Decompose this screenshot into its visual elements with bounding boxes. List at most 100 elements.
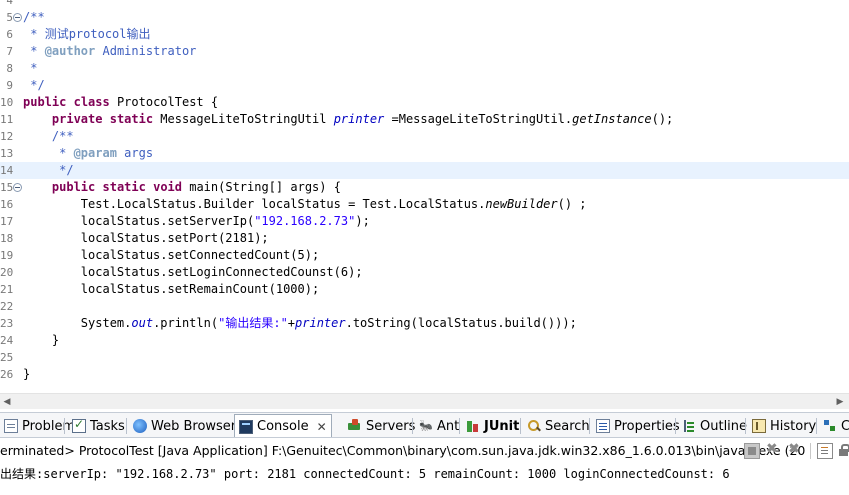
code-text: localStatus.setPort(2181); bbox=[23, 230, 269, 247]
horizontal-scrollbar[interactable]: ◀ ▶ bbox=[0, 393, 849, 409]
code-token: public bbox=[23, 95, 67, 109]
code-token: public bbox=[51, 180, 96, 194]
code-token: ProtocolTest { bbox=[109, 95, 219, 109]
terminate-icon[interactable] bbox=[744, 443, 760, 459]
code-line[interactable]: 26} bbox=[0, 366, 849, 383]
code-token: main(String[] args) { bbox=[182, 180, 341, 194]
scroll-left-arrow-icon[interactable]: ◀ bbox=[2, 397, 12, 407]
line-number: 5 bbox=[6, 11, 13, 24]
code-token: */ bbox=[23, 163, 74, 177]
line-number: 9 bbox=[6, 79, 13, 92]
code-line[interactable]: 24 } bbox=[0, 332, 849, 349]
console-output-text: 出结果:serverIp: "192.168.2.73" port: 2181 … bbox=[0, 467, 730, 481]
line-number: 14 bbox=[0, 164, 14, 177]
code-text: private static MessageLiteToStringUtil p… bbox=[23, 111, 673, 128]
tab-call-hierarchy[interactable]: Ca bbox=[819, 415, 849, 437]
code-token: + bbox=[287, 316, 296, 330]
tab-outline[interactable]: Outline bbox=[678, 415, 751, 437]
code-line[interactable]: 6 * 测试protocol输出 bbox=[0, 26, 849, 43]
code-line[interactable]: 22 bbox=[0, 298, 849, 315]
close-icon[interactable]: ✕ bbox=[317, 420, 327, 434]
line-number: 8 bbox=[6, 62, 13, 75]
code-token: MessageLiteToStringUtil bbox=[153, 112, 334, 126]
code-line[interactable]: 16 Test.LocalStatus.Builder localStatus … bbox=[0, 196, 849, 213]
line-number: 24 bbox=[0, 334, 14, 347]
code-token: () ; bbox=[557, 197, 587, 211]
code-line[interactable]: 23 System.out.println("输出结果:"+printer.to… bbox=[0, 315, 849, 332]
properties-icon bbox=[596, 419, 610, 433]
code-token: printer bbox=[295, 316, 346, 330]
tab-properties[interactable]: Properties bbox=[592, 415, 684, 437]
code-token: Test.LocalStatus.Builder localStatus = T… bbox=[23, 197, 486, 211]
outline-icon bbox=[682, 419, 696, 433]
scroll-lock-icon[interactable] bbox=[836, 443, 849, 459]
code-line[interactable]: 4 bbox=[0, 0, 849, 9]
line-number: 4 bbox=[6, 0, 13, 7]
code-text: } bbox=[23, 332, 59, 349]
line-number: 26 bbox=[0, 368, 14, 381]
line-number: 13 bbox=[0, 147, 14, 160]
code-token: "192.168.2.73" bbox=[254, 214, 356, 228]
code-token: void bbox=[153, 180, 182, 194]
tab-search[interactable]: Search bbox=[523, 415, 594, 437]
remove-all-terminated-icon[interactable] bbox=[787, 441, 803, 459]
code-line[interactable]: 13 * @param args bbox=[0, 145, 849, 162]
code-text: /** bbox=[23, 128, 74, 145]
code-token: printer bbox=[333, 112, 385, 126]
code-line[interactable]: 17 localStatus.setServerIp("192.168.2.73… bbox=[0, 213, 849, 230]
code-text: * @param args bbox=[23, 145, 153, 162]
code-line[interactable]: 20 localStatus.setLoginConnectedCounst(6… bbox=[0, 264, 849, 281]
code-line[interactable]: 10 public class ProtocolTest { bbox=[0, 94, 849, 111]
code-line[interactable]: 19 localStatus.setConnectedCount(5); bbox=[0, 247, 849, 264]
tab-divider bbox=[520, 418, 521, 434]
code-token: * bbox=[23, 146, 74, 160]
code-token: 输出结果 bbox=[225, 316, 274, 330]
code-token: class bbox=[73, 95, 110, 109]
code-line[interactable]: 11 private static MessageLiteToStringUti… bbox=[0, 111, 849, 128]
code-text: * 测试protocol输出 bbox=[23, 26, 150, 43]
junit-icon bbox=[466, 419, 480, 433]
call-hierarchy-icon bbox=[823, 419, 837, 433]
code-token: =MessageLiteToStringUtil. bbox=[384, 112, 573, 126]
tab-web-browser[interactable]: Web Browser bbox=[129, 415, 240, 437]
tab-history[interactable]: History bbox=[748, 415, 820, 437]
line-number: 17 bbox=[0, 215, 14, 228]
code-line[interactable]: 25 bbox=[0, 349, 849, 366]
tab-junit[interactable]: JUnit bbox=[462, 415, 523, 437]
code-line[interactable]: 9 */ bbox=[0, 77, 849, 94]
code-line[interactable]: 21 localStatus.setRemainCount(1000); bbox=[0, 281, 849, 298]
code-line[interactable]: 5 /** bbox=[0, 9, 849, 26]
code-line[interactable]: 15 public static void main(String[] args… bbox=[0, 179, 849, 196]
tab-console[interactable]: Console ✕ bbox=[234, 414, 332, 437]
servers-icon bbox=[348, 419, 362, 433]
code-editor[interactable]: 4 5 /** 6 * 测试protocol输出 7 * @author Adminis… bbox=[0, 0, 849, 393]
code-token: @author bbox=[44, 44, 96, 58]
remove-launch-icon[interactable] bbox=[765, 441, 781, 459]
fold-collapse-icon[interactable] bbox=[13, 183, 22, 192]
tab-divider bbox=[589, 418, 590, 434]
code-line[interactable]: 8 * bbox=[0, 60, 849, 77]
code-line[interactable]: 12 /** bbox=[0, 128, 849, 145]
line-number: 18 bbox=[0, 232, 14, 245]
code-token: /** bbox=[23, 10, 45, 24]
console-output[interactable]: 出结果:serverIp: "192.168.2.73" port: 2181 … bbox=[0, 463, 849, 495]
tab-ant[interactable]: Ant bbox=[415, 415, 463, 437]
code-line[interactable]: 14 */ bbox=[0, 162, 849, 179]
code-line[interactable]: 18 localStatus.setPort(2181); bbox=[0, 230, 849, 247]
tab-tasks[interactable]: Tasks bbox=[68, 415, 129, 437]
clear-console-icon[interactable] bbox=[817, 443, 833, 459]
code-token: .toString(localStatus.build())); bbox=[345, 316, 577, 330]
fold-collapse-icon[interactable] bbox=[13, 13, 22, 22]
tab-divider bbox=[816, 418, 817, 434]
code-token: protocol bbox=[68, 27, 127, 41]
code-line[interactable]: 7 * @author Administrator bbox=[0, 43, 849, 60]
code-text: public class ProtocolTest { bbox=[23, 94, 218, 111]
globe-icon bbox=[133, 419, 147, 433]
line-number: 16 bbox=[0, 198, 14, 211]
scroll-right-arrow-icon[interactable]: ▶ bbox=[835, 397, 845, 407]
tab-servers[interactable]: Servers bbox=[344, 415, 419, 437]
code-token: .println( bbox=[153, 316, 219, 330]
